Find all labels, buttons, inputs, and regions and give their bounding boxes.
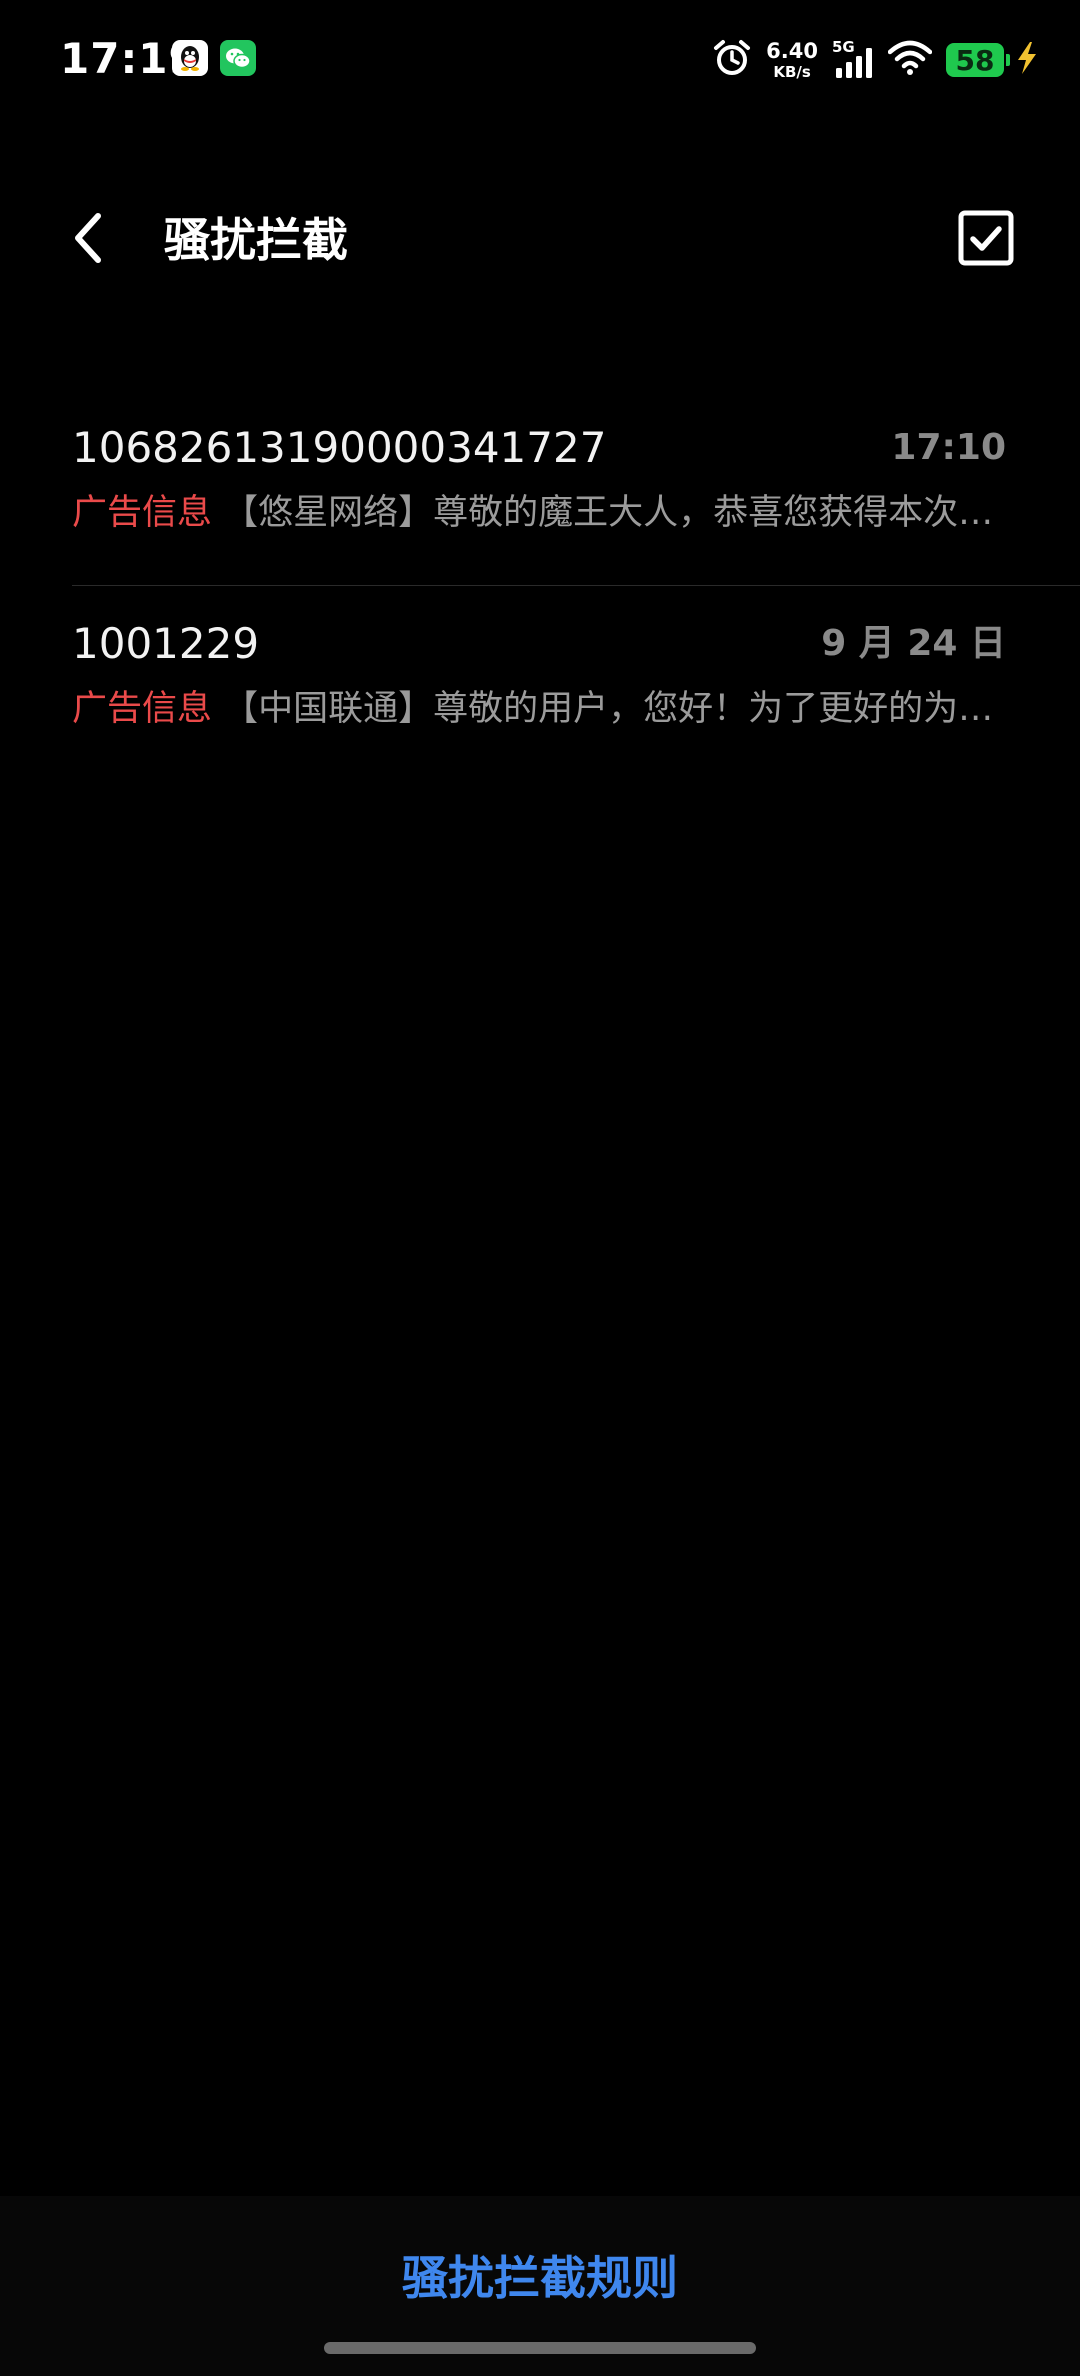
message-sender: 10682613190000341727 <box>72 423 607 472</box>
select-all-button[interactable] <box>956 210 1016 270</box>
chevron-left-icon <box>72 212 104 268</box>
alarm-icon <box>712 38 752 82</box>
wechat-icon <box>220 40 256 76</box>
ad-tag: 广告信息 <box>72 689 213 729</box>
battery-level: 58 <box>955 43 995 77</box>
network-speed-value: 6.40 <box>766 38 818 63</box>
status-bar: 17:19 6.40 KB/s 5G 58 <box>0 0 1080 120</box>
message-time: 17:10 <box>891 427 1006 468</box>
list-item[interactable]: 1001229 9 月 24 日 广告信息 【中国联通】尊敬的用户，您好！为了更… <box>0 596 1080 781</box>
qq-icon <box>172 40 208 76</box>
network-speed-unit: KB/s <box>773 62 811 81</box>
page-title: 骚扰拦截 <box>164 213 348 267</box>
message-preview: 广告信息 【中国联通】尊敬的用户，您好！为了更好的为… <box>72 684 1006 734</box>
checkbox-checked-icon <box>958 210 1014 270</box>
message-time: 9 月 24 日 <box>821 623 1006 664</box>
message-sender: 1001229 <box>72 619 260 668</box>
header: 骚扰拦截 <box>0 180 1080 300</box>
ad-tag: 广告信息 <box>72 493 213 533</box>
list-item[interactable]: 10682613190000341727 17:10 广告信息 【悠星网络】尊敬… <box>0 400 1080 586</box>
network-speed: 6.40 KB/s <box>766 38 818 81</box>
charging-icon <box>1014 40 1040 80</box>
home-indicator[interactable] <box>324 2342 756 2354</box>
blocking-rules-button[interactable]: 骚扰拦截规则 <box>0 2248 1080 2308</box>
bottom-bar: 骚扰拦截规则 <box>0 2196 1080 2376</box>
message-preview-text: 【悠星网络】尊敬的魔王大人，恭喜您获得本次… <box>223 493 994 533</box>
message-list: 10682613190000341727 17:10 广告信息 【悠星网络】尊敬… <box>0 400 1080 781</box>
status-indicators: 6.40 KB/s 5G 58 <box>712 36 1040 84</box>
battery-icon: 58 <box>946 43 1010 77</box>
back-button[interactable] <box>60 210 116 270</box>
wifi-icon <box>887 40 933 80</box>
message-preview: 广告信息 【悠星网络】尊敬的魔王大人，恭喜您获得本次… <box>72 488 1006 538</box>
signal-icon: 5G <box>832 38 876 82</box>
divider <box>72 585 1080 586</box>
message-preview-text: 【中国联通】尊敬的用户，您好！为了更好的为… <box>223 689 994 729</box>
